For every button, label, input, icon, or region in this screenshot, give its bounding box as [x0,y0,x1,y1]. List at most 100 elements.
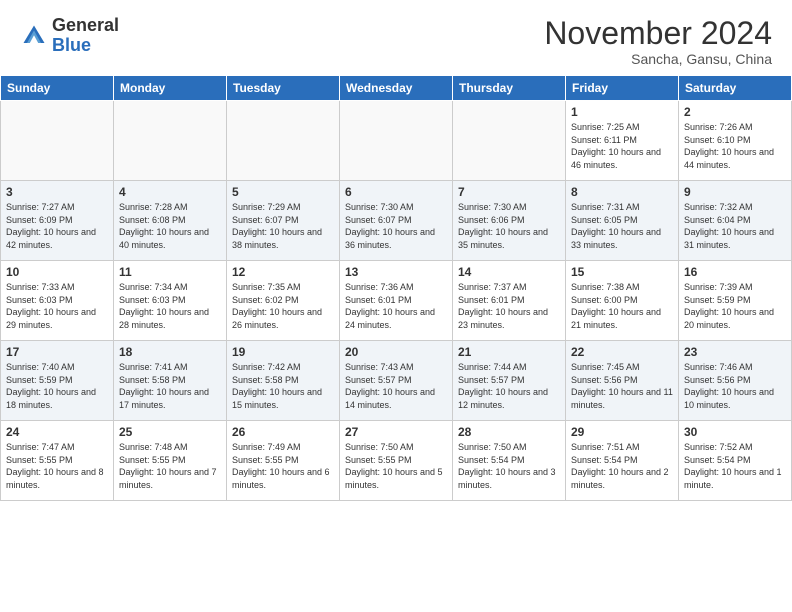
day-number: 24 [6,425,108,439]
logo-blue-text: Blue [52,35,91,55]
calendar-cell [453,101,566,181]
calendar-cell: 24 Sunrise: 7:47 AMSunset: 5:55 PMDayligh… [1,421,114,501]
week-row-3: 10 Sunrise: 7:33 AMSunset: 6:03 PMDayligh… [1,261,792,341]
day-number: 21 [458,345,560,359]
day-number: 11 [119,265,221,279]
day-number: 25 [119,425,221,439]
day-number: 8 [571,185,673,199]
day-info: Sunrise: 7:30 AMSunset: 6:06 PMDaylight:… [458,201,560,251]
weekday-header-saturday: Saturday [679,76,792,101]
day-number: 17 [6,345,108,359]
day-number: 20 [345,345,447,359]
day-info: Sunrise: 7:51 AMSunset: 5:54 PMDaylight:… [571,441,673,491]
day-number: 6 [345,185,447,199]
day-number: 13 [345,265,447,279]
day-number: 23 [684,345,786,359]
day-info: Sunrise: 7:28 AMSunset: 6:08 PMDaylight:… [119,201,221,251]
week-row-4: 17 Sunrise: 7:40 AMSunset: 5:59 PMDayligh… [1,341,792,421]
day-info: Sunrise: 7:47 AMSunset: 5:55 PMDaylight:… [6,441,108,491]
calendar-cell: 29 Sunrise: 7:51 AMSunset: 5:54 PMDayligh… [566,421,679,501]
day-number: 15 [571,265,673,279]
weekday-header-row: SundayMondayTuesdayWednesdayThursdayFrid… [1,76,792,101]
weekday-header-monday: Monday [114,76,227,101]
calendar-cell: 14 Sunrise: 7:37 AMSunset: 6:01 PMDayligh… [453,261,566,341]
weekday-header-tuesday: Tuesday [227,76,340,101]
calendar-cell: 6 Sunrise: 7:30 AMSunset: 6:07 PMDaylight… [340,181,453,261]
month-title: November 2024 [544,16,772,51]
calendar-cell: 8 Sunrise: 7:31 AMSunset: 6:05 PMDaylight… [566,181,679,261]
calendar-cell: 1 Sunrise: 7:25 AMSunset: 6:11 PMDaylight… [566,101,679,181]
day-number: 4 [119,185,221,199]
location: Sancha, Gansu, China [544,51,772,67]
day-info: Sunrise: 7:40 AMSunset: 5:59 PMDaylight:… [6,361,108,411]
day-info: Sunrise: 7:25 AMSunset: 6:11 PMDaylight:… [571,121,673,171]
day-info: Sunrise: 7:52 AMSunset: 5:54 PMDaylight:… [684,441,786,491]
day-number: 14 [458,265,560,279]
day-number: 16 [684,265,786,279]
day-number: 10 [6,265,108,279]
day-number: 18 [119,345,221,359]
calendar-cell: 25 Sunrise: 7:48 AMSunset: 5:55 PMDayligh… [114,421,227,501]
weekday-header-thursday: Thursday [453,76,566,101]
day-info: Sunrise: 7:43 AMSunset: 5:57 PMDaylight:… [345,361,447,411]
calendar-cell: 19 Sunrise: 7:42 AMSunset: 5:58 PMDayligh… [227,341,340,421]
logo-icon [20,22,48,50]
calendar-cell: 27 Sunrise: 7:50 AMSunset: 5:55 PMDayligh… [340,421,453,501]
calendar-cell [340,101,453,181]
calendar-cell: 7 Sunrise: 7:30 AMSunset: 6:06 PMDaylight… [453,181,566,261]
day-number: 29 [571,425,673,439]
day-number: 19 [232,345,334,359]
day-number: 9 [684,185,786,199]
day-info: Sunrise: 7:37 AMSunset: 6:01 PMDaylight:… [458,281,560,331]
day-info: Sunrise: 7:35 AMSunset: 6:02 PMDaylight:… [232,281,334,331]
logo-general-text: General [52,15,119,35]
day-info: Sunrise: 7:46 AMSunset: 5:56 PMDaylight:… [684,361,786,411]
day-info: Sunrise: 7:42 AMSunset: 5:58 PMDaylight:… [232,361,334,411]
day-info: Sunrise: 7:32 AMSunset: 6:04 PMDaylight:… [684,201,786,251]
calendar-cell: 16 Sunrise: 7:39 AMSunset: 5:59 PMDayligh… [679,261,792,341]
week-row-5: 24 Sunrise: 7:47 AMSunset: 5:55 PMDayligh… [1,421,792,501]
week-row-2: 3 Sunrise: 7:27 AMSunset: 6:09 PMDaylight… [1,181,792,261]
weekday-header-friday: Friday [566,76,679,101]
calendar-cell: 15 Sunrise: 7:38 AMSunset: 6:00 PMDayligh… [566,261,679,341]
calendar-cell: 12Sunrise: 7:35 AMSunset: 6:02 PMDayligh… [227,261,340,341]
day-info: Sunrise: 7:33 AMSunset: 6:03 PMDaylight:… [6,281,108,331]
weekday-header-wednesday: Wednesday [340,76,453,101]
calendar-cell [1,101,114,181]
calendar-table: SundayMondayTuesdayWednesdayThursdayFrid… [0,75,792,501]
calendar-cell: 17 Sunrise: 7:40 AMSunset: 5:59 PMDayligh… [1,341,114,421]
day-number: 2 [684,105,786,119]
calendar-cell: 13 Sunrise: 7:36 AMSunset: 6:01 PMDayligh… [340,261,453,341]
day-info: Sunrise: 7:30 AMSunset: 6:07 PMDaylight:… [345,201,447,251]
day-info: Sunrise: 7:38 AMSunset: 6:00 PMDaylight:… [571,281,673,331]
calendar-cell: 21 Sunrise: 7:44 AMSunset: 5:57 PMDayligh… [453,341,566,421]
day-info: Sunrise: 7:36 AMSunset: 6:01 PMDaylight:… [345,281,447,331]
logo: General Blue [20,16,119,56]
day-info: Sunrise: 7:34 AMSunset: 6:03 PMDaylight:… [119,281,221,331]
calendar-cell: 18Sunrise: 7:41 AMSunset: 5:58 PMDayligh… [114,341,227,421]
calendar-cell: 22Sunrise: 7:45 AMSunset: 5:56 PMDayligh… [566,341,679,421]
weekday-header-sunday: Sunday [1,76,114,101]
day-number: 1 [571,105,673,119]
day-number: 3 [6,185,108,199]
day-info: Sunrise: 7:31 AMSunset: 6:05 PMDaylight:… [571,201,673,251]
calendar-cell: 23 Sunrise: 7:46 AMSunset: 5:56 PMDayligh… [679,341,792,421]
calendar-cell: 30Sunrise: 7:52 AMSunset: 5:54 PMDayligh… [679,421,792,501]
title-block: November 2024 Sancha, Gansu, China [544,16,772,67]
calendar-cell: 10 Sunrise: 7:33 AMSunset: 6:03 PMDayligh… [1,261,114,341]
day-info: Sunrise: 7:48 AMSunset: 5:55 PMDaylight:… [119,441,221,491]
page-header: General Blue November 2024 Sancha, Gansu… [0,0,792,75]
calendar-cell [227,101,340,181]
day-number: 22 [571,345,673,359]
calendar-cell: 20 Sunrise: 7:43 AMSunset: 5:57 PMDayligh… [340,341,453,421]
day-number: 27 [345,425,447,439]
week-row-1: 1 Sunrise: 7:25 AMSunset: 6:11 PMDaylight… [1,101,792,181]
day-info: Sunrise: 7:44 AMSunset: 5:57 PMDaylight:… [458,361,560,411]
day-number: 7 [458,185,560,199]
day-info: Sunrise: 7:27 AMSunset: 6:09 PMDaylight:… [6,201,108,251]
calendar-cell: 9 Sunrise: 7:32 AMSunset: 6:04 PMDaylight… [679,181,792,261]
day-number: 5 [232,185,334,199]
calendar-cell: 2Sunrise: 7:26 AMSunset: 6:10 PMDaylight… [679,101,792,181]
day-info: Sunrise: 7:39 AMSunset: 5:59 PMDaylight:… [684,281,786,331]
day-info: Sunrise: 7:50 AMSunset: 5:55 PMDaylight:… [345,441,447,491]
